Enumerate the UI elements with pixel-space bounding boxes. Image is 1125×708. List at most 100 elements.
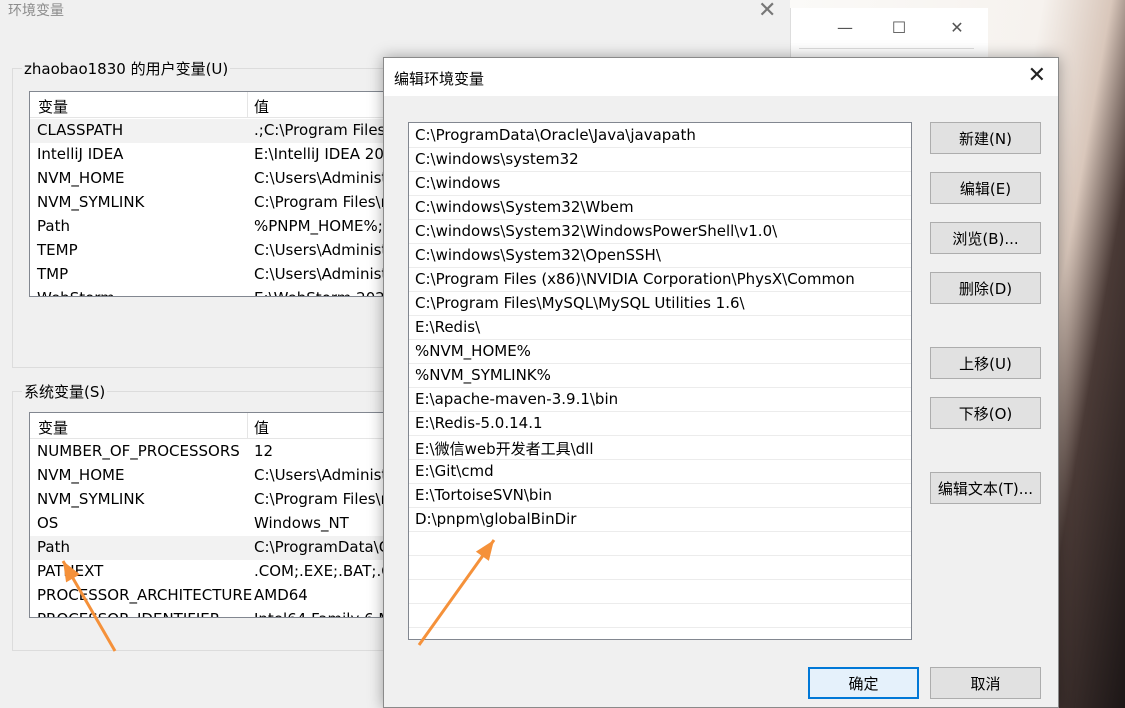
variable-value: C:\Program Files\n xyxy=(254,490,391,508)
table-row[interactable]: TMP C:\Users\Administ xyxy=(30,263,408,287)
table-row[interactable]: WebStorm E:\WebStorm 202 xyxy=(30,287,408,296)
variable-value: %PNPM_HOME%; xyxy=(254,217,383,235)
path-item[interactable]: C:\windows\system32 xyxy=(409,148,911,172)
variable-name: NVM_HOME xyxy=(37,466,125,484)
edit-env-variable-dialog: 编辑环境变量 ✕ C:\ProgramData\Oracle\Java\java… xyxy=(383,57,1059,708)
table-row[interactable]: OS Windows_NT xyxy=(30,512,408,536)
variable-name: TEMP xyxy=(37,241,78,259)
path-text: E:\Redis-5.0.14.1 xyxy=(415,414,543,432)
variable-value: C:\Users\Administ xyxy=(254,265,388,283)
path-item[interactable]: D:\pnpm\globalBinDir xyxy=(409,508,911,532)
variable-name: NVM_SYMLINK xyxy=(37,490,145,508)
move-up-button[interactable]: 上移(U) xyxy=(930,347,1041,379)
path-item[interactable]: E:\Redis\ xyxy=(409,316,911,340)
path-text: C:\windows xyxy=(415,174,501,192)
close-icon[interactable]: ✕ xyxy=(758,0,776,23)
table-row[interactable]: IntelliJ IDEA E:\IntelliJ IDEA 202 xyxy=(30,143,408,167)
column-header-value[interactable]: 值 xyxy=(254,96,269,117)
table-row[interactable]: NUMBER_OF_PROCESSORS 12 xyxy=(30,440,408,464)
path-item[interactable]: C:\Program Files (x86)\NVIDIA Corporatio… xyxy=(409,268,911,292)
path-text: E:\Redis\ xyxy=(415,318,481,336)
divider xyxy=(799,48,974,49)
path-item[interactable]: C:\windows\System32\OpenSSH\ xyxy=(409,244,911,268)
path-item[interactable]: %NVM_HOME% xyxy=(409,340,911,364)
variable-value: C:\Users\Administ xyxy=(254,466,388,484)
path-text: E:\微信web开发者工具\dll xyxy=(415,440,594,458)
table-row[interactable]: CLASSPATH .;C:\Program Files\ xyxy=(30,119,408,143)
path-text: C:\windows\System32\Wbem xyxy=(415,198,634,216)
path-item[interactable]: C:\windows\System32\Wbem xyxy=(409,196,911,220)
path-text: C:\ProgramData\Oracle\Java\javapath xyxy=(415,126,696,144)
variable-name: OS xyxy=(37,514,59,532)
path-item[interactable]: E:\微信web开发者工具\dll xyxy=(409,436,911,460)
path-text: C:\windows\system32 xyxy=(415,150,579,168)
variable-value: E:\IntelliJ IDEA 202 xyxy=(254,145,394,163)
path-text: E:\Git\cmd xyxy=(415,462,494,480)
close-icon[interactable]: ✕ xyxy=(935,12,979,42)
dialog-title: 编辑环境变量 xyxy=(394,70,485,88)
user-vars-list[interactable]: 变量 值 CLASSPATH .;C:\Program Files\ Intelli… xyxy=(29,91,409,297)
path-item[interactable]: E:\Git\cmd xyxy=(409,460,911,484)
table-row[interactable]: PROCESSOR_ARCHITECTURE AMD64 xyxy=(30,584,408,608)
table-row[interactable]: Path C:\ProgramData\O xyxy=(30,536,408,560)
empty-path-row[interactable] xyxy=(409,532,911,556)
empty-path-row[interactable] xyxy=(409,604,911,628)
maximize-icon[interactable]: ☐ xyxy=(877,12,921,42)
window-title: 环境变量 xyxy=(8,3,64,19)
variable-value: AMD64 xyxy=(254,586,308,604)
column-header-value[interactable]: 值 xyxy=(254,417,269,438)
path-item[interactable]: C:\windows xyxy=(409,172,911,196)
path-item[interactable]: C:\windows\System32\WindowsPowerShell\v1… xyxy=(409,220,911,244)
column-separator[interactable] xyxy=(247,413,248,439)
minimize-icon[interactable]: — xyxy=(823,12,867,42)
path-item[interactable]: E:\Redis-5.0.14.1 xyxy=(409,412,911,436)
path-item[interactable]: C:\ProgramData\Oracle\Java\javapath xyxy=(409,124,911,148)
variable-value: .COM;.EXE;.BAT;.C xyxy=(254,562,392,580)
edit-text-button[interactable]: 编辑文本(T)... xyxy=(930,472,1041,504)
table-row[interactable]: Path %PNPM_HOME%; xyxy=(30,215,408,239)
table-row[interactable]: TEMP C:\Users\Administ xyxy=(30,239,408,263)
move-down-button[interactable]: 下移(O) xyxy=(930,397,1041,429)
table-row[interactable]: PATHEXT .COM;.EXE;.BAT;.C xyxy=(30,560,408,584)
table-row[interactable]: PROCESSOR_IDENTIFIER Intel64 Family 6 M xyxy=(30,608,408,617)
new-button[interactable]: 新建(N) xyxy=(930,122,1041,154)
table-row[interactable]: NVM_HOME C:\Users\Administ xyxy=(30,167,408,191)
variable-value: Windows_NT xyxy=(254,514,349,532)
path-text: D:\pnpm\globalBinDir xyxy=(415,510,577,528)
path-item[interactable]: %NVM_SYMLINK% xyxy=(409,364,911,388)
empty-path-row[interactable] xyxy=(409,580,911,604)
variable-value: E:\WebStorm 202 xyxy=(254,289,385,296)
path-item[interactable]: E:\TortoiseSVN\bin xyxy=(409,484,911,508)
path-item[interactable]: C:\Program Files\MySQL\MySQL Utilities 1… xyxy=(409,292,911,316)
variable-name: NVM_SYMLINK xyxy=(37,193,145,211)
variable-name: PROCESSOR_IDENTIFIER xyxy=(37,610,220,617)
column-separator[interactable] xyxy=(247,92,248,118)
variable-value: 12 xyxy=(254,442,274,460)
ok-button[interactable]: 确定 xyxy=(808,667,919,699)
variable-name: PROCESSOR_ARCHITECTURE xyxy=(37,586,253,604)
path-list[interactable]: C:\ProgramData\Oracle\Java\javapath C:\wi… xyxy=(408,122,912,640)
empty-path-row[interactable] xyxy=(409,556,911,580)
list-header: 变量 值 xyxy=(30,92,408,118)
variable-name: NVM_HOME xyxy=(37,169,125,187)
cancel-button[interactable]: 取消 xyxy=(930,667,1041,699)
variable-value: Intel64 Family 6 M xyxy=(254,610,391,617)
system-vars-list[interactable]: 变量 值 NUMBER_OF_PROCESSORS 12 NVM_HOME C:\Us… xyxy=(29,412,409,618)
table-row[interactable]: NVM_HOME C:\Users\Administ xyxy=(30,464,408,488)
variable-name: Path xyxy=(37,538,70,556)
variable-name: CLASSPATH xyxy=(37,121,124,139)
table-row[interactable]: NVM_SYMLINK C:\Program Files\n xyxy=(30,488,408,512)
column-header-variable[interactable]: 变量 xyxy=(38,96,68,117)
edit-button[interactable]: 编辑(E) xyxy=(930,172,1041,204)
close-icon[interactable]: ✕ xyxy=(1028,63,1046,88)
column-header-variable[interactable]: 变量 xyxy=(38,417,68,438)
path-item[interactable]: E:\apache-maven-3.9.1\bin xyxy=(409,388,911,412)
variable-name: WebStorm xyxy=(37,289,115,296)
table-row[interactable]: NVM_SYMLINK C:\Program Files\n xyxy=(30,191,408,215)
browse-button[interactable]: 浏览(B)... xyxy=(930,222,1041,254)
variable-value: C:\ProgramData\O xyxy=(254,538,391,556)
variable-value: C:\Users\Administ xyxy=(254,169,388,187)
delete-button[interactable]: 删除(D) xyxy=(930,272,1041,304)
variable-name: IntelliJ IDEA xyxy=(37,145,124,163)
path-text: E:\apache-maven-3.9.1\bin xyxy=(415,390,619,408)
